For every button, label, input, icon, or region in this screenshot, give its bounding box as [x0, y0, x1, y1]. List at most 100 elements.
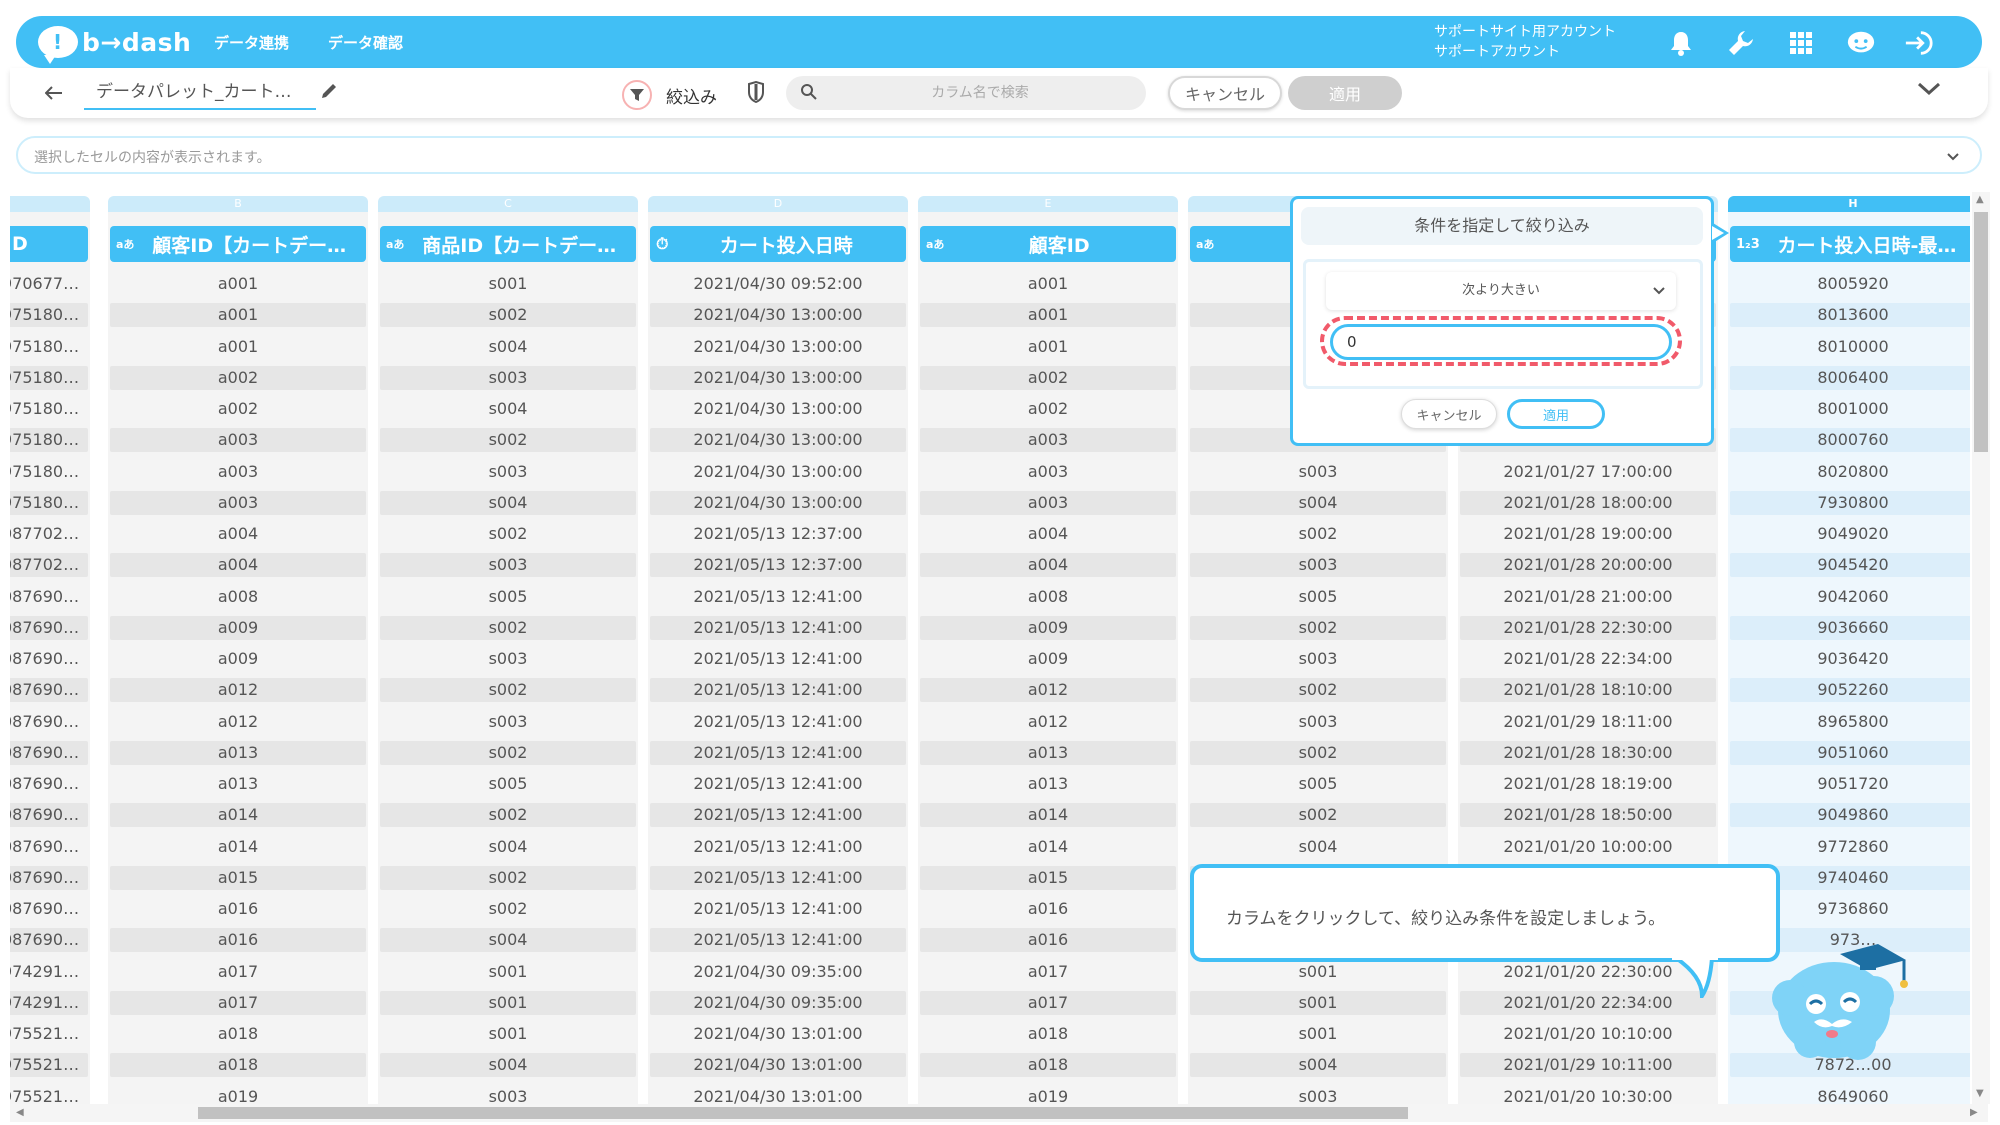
table-cell[interactable]: 087690…	[10, 678, 88, 703]
table-cell[interactable]: 2021/04/30 09:52:00	[650, 272, 906, 296]
table-cell[interactable]: a012	[110, 678, 366, 703]
table-cell[interactable]: 087690…	[10, 772, 88, 796]
table-cell[interactable]: 975180…	[10, 365, 88, 390]
table-cell[interactable]: 2021/05/13 12:41:00	[650, 865, 906, 890]
table-cell[interactable]: 975180…	[10, 490, 88, 515]
table-cell[interactable]: s005	[1190, 772, 1446, 796]
popup-apply-button[interactable]: 適用	[1507, 399, 1605, 429]
table-cell[interactable]: 2021/04/30 13:00:00	[650, 335, 906, 359]
table-cell[interactable]: 2021/01/27 17:00:00	[1460, 460, 1716, 484]
table-cell[interactable]: 9045420	[1730, 553, 1970, 578]
table-cell[interactable]: a016	[110, 897, 366, 921]
table-cell[interactable]: s002	[380, 303, 636, 328]
table-cell[interactable]: 8005920	[1730, 272, 1970, 296]
table-cell[interactable]: 2021/01/28 18:00:00	[1460, 490, 1716, 515]
table-cell[interactable]: 2021/05/13 12:41:00	[650, 897, 906, 921]
table-cell[interactable]: a015	[110, 865, 366, 890]
table-cell[interactable]: 9051720	[1730, 772, 1970, 796]
filter-value-input[interactable]	[1330, 324, 1672, 360]
scroll-right-icon[interactable]: ▶	[1970, 1107, 1978, 1118]
table-cell[interactable]: s003	[380, 460, 636, 484]
bdash-logo[interactable]: ! b→dash	[38, 24, 191, 64]
table-cell[interactable]: a016	[110, 928, 366, 953]
table-cell[interactable]: s003	[1190, 460, 1446, 484]
table-cell[interactable]: s004	[380, 835, 636, 859]
mascot-guide-icon[interactable]	[1770, 938, 1910, 1068]
cell-content-bar[interactable]: 選択したセルの内容が表示されます。	[16, 136, 1982, 174]
table-cell[interactable]: a014	[110, 835, 366, 859]
table-cell[interactable]: 2021/05/13 12:41:00	[650, 647, 906, 671]
table-cell[interactable]: a013	[920, 740, 1176, 765]
table-cell[interactable]: 2021/01/28 19:00:00	[1460, 522, 1716, 546]
table-cell[interactable]: 8965800	[1730, 710, 1970, 734]
table-cell[interactable]: 9772860	[1730, 835, 1970, 859]
table-cell[interactable]: s003	[380, 553, 636, 578]
table-cell[interactable]: s002	[380, 615, 636, 640]
table-cell[interactable]: 2021/05/13 12:41:00	[650, 772, 906, 796]
table-cell[interactable]: 087690…	[10, 740, 88, 765]
table-cell[interactable]: s001	[1190, 1022, 1446, 1046]
table-cell[interactable]: s001	[380, 1022, 636, 1046]
table-cell[interactable]: a018	[920, 1053, 1176, 1078]
table-cell[interactable]: 087690…	[10, 865, 88, 890]
table-cell[interactable]: 2021/05/13 12:41:00	[650, 678, 906, 703]
table-cell[interactable]: s003	[1190, 1085, 1446, 1105]
table-cell[interactable]: a008	[920, 585, 1176, 609]
filter-button[interactable]	[622, 80, 652, 110]
table-cell[interactable]: 2021/01/28 20:00:00	[1460, 553, 1716, 578]
table-cell[interactable]: a017	[920, 990, 1176, 1015]
logout-icon[interactable]	[1904, 28, 1934, 58]
table-cell[interactable]: s002	[1190, 740, 1446, 765]
table-cell[interactable]: s003	[380, 647, 636, 671]
table-cell[interactable]: a012	[920, 678, 1176, 703]
table-cell[interactable]: a014	[920, 835, 1176, 859]
table-cell[interactable]: a018	[110, 1022, 366, 1046]
column-header[interactable]: aあ 顧客ID【カートデー…	[110, 226, 366, 262]
table-cell[interactable]: a004	[110, 522, 366, 546]
table-cell[interactable]: a009	[110, 615, 366, 640]
table-cell[interactable]: a009	[110, 647, 366, 671]
table-cell[interactable]: 2021/05/13 12:41:00	[650, 710, 906, 734]
table-cell[interactable]: s003	[380, 710, 636, 734]
table-cell[interactable]: 9036660	[1730, 615, 1970, 640]
table-cell[interactable]: 8000760	[1730, 428, 1970, 453]
table-cell[interactable]: 2021/04/30 13:00:00	[650, 303, 906, 328]
table-cell[interactable]: a002	[920, 365, 1176, 390]
table-cell[interactable]: 2021/05/13 12:37:00	[650, 522, 906, 546]
pencil-icon[interactable]	[320, 82, 340, 102]
table-cell[interactable]: a004	[920, 553, 1176, 578]
column-header[interactable]: 1₂3 カート投入日時-最…	[1730, 226, 1970, 262]
table-cell[interactable]: 2021/05/13 12:41:00	[650, 615, 906, 640]
pallet-name[interactable]: データパレット_カート…	[84, 80, 316, 110]
table-cell[interactable]: 2021/04/30 13:00:00	[650, 460, 906, 484]
table-cell[interactable]: 087690…	[10, 615, 88, 640]
table-cell[interactable]: s002	[1190, 678, 1446, 703]
table-cell[interactable]: 2021/01/20 10:10:00	[1460, 1022, 1716, 1046]
table-cell[interactable]: 2021/04/30 13:01:00	[650, 1053, 906, 1078]
table-cell[interactable]: s002	[380, 865, 636, 890]
table-cell[interactable]: s001	[380, 272, 636, 296]
table-cell[interactable]: 8020800	[1730, 460, 1970, 484]
table-cell[interactable]: 087690…	[10, 928, 88, 953]
apps-grid-icon[interactable]	[1786, 28, 1816, 58]
table-cell[interactable]: 087702…	[10, 553, 88, 578]
nav-data-check[interactable]: データ確認	[328, 32, 403, 53]
table-cell[interactable]: 2021/04/30 13:01:00	[650, 1085, 906, 1105]
table-cell[interactable]: s004	[380, 1053, 636, 1078]
scroll-up-icon[interactable]: ▲	[1976, 194, 1984, 205]
table-cell[interactable]: 975180…	[10, 335, 88, 359]
horizontal-scrollbar[interactable]: ◀ ▶	[10, 1104, 1988, 1122]
bell-icon[interactable]	[1666, 28, 1696, 58]
table-cell[interactable]: 2021/04/30 13:00:00	[650, 490, 906, 515]
table-cell[interactable]: 2021/01/20 10:30:00	[1460, 1085, 1716, 1105]
table-cell[interactable]: 087690…	[10, 897, 88, 921]
table-cell[interactable]: 2021/05/13 12:41:00	[650, 803, 906, 828]
column-header[interactable]: aあ 顧客ID	[920, 226, 1176, 262]
table-cell[interactable]: 975521…	[10, 1053, 88, 1078]
table-cell[interactable]: 7930800	[1730, 490, 1970, 515]
table-cell[interactable]: a001	[110, 335, 366, 359]
table-cell[interactable]: 2021/04/30 13:00:00	[650, 397, 906, 421]
table-cell[interactable]: 2021/04/30 13:01:00	[650, 1022, 906, 1046]
table-cell[interactable]: a001	[920, 303, 1176, 328]
table-cell[interactable]: a008	[110, 585, 366, 609]
